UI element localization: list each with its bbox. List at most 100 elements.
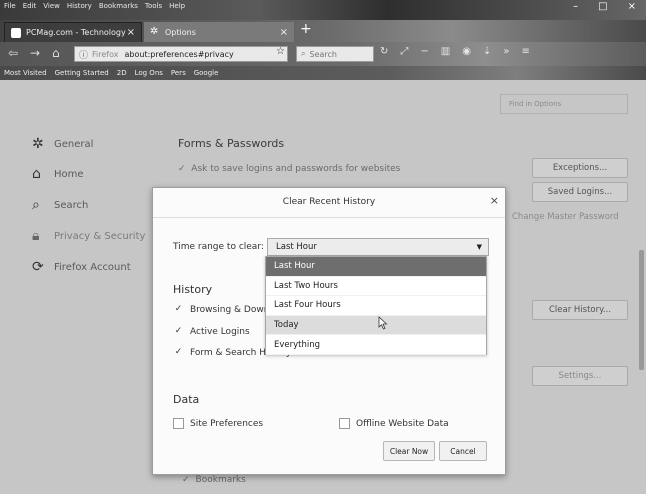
tab-pcmag[interactable]: PCMag.com - Technology ×	[4, 22, 142, 42]
home-icon: ⌂	[32, 166, 41, 182]
sync-icon: ⟳	[32, 259, 44, 275]
url-prefix: Firefox	[92, 49, 119, 59]
option-today[interactable]: Today	[266, 315, 486, 336]
extension-icon[interactable]: ⤢	[400, 46, 408, 57]
menu-bookmarks[interactable]: Bookmarks	[99, 2, 138, 10]
new-tab-button[interactable]: +	[300, 21, 312, 37]
scrollbar[interactable]	[639, 250, 644, 370]
chevron-down-icon: ▼	[476, 243, 482, 251]
checkbox-box	[339, 418, 350, 429]
tab-strip: PCMag.com - Technology × ✲ Options ×	[0, 20, 646, 42]
nav-bar: ⇦ → ⌂ ⓘ Firefox about:preferences#privac…	[0, 42, 646, 66]
search-icon: ⌕	[301, 49, 306, 58]
library-icon[interactable]: ▥	[441, 46, 450, 57]
bookmark-folder-2d[interactable]: 2D	[117, 69, 127, 77]
checkbox-label: Offline Website Data	[356, 418, 449, 429]
close-icon[interactable]: ×	[490, 194, 499, 207]
checkbox-label: Active Logins	[190, 326, 250, 337]
time-range-dropdown: Last Hour Last Two Hours Last Four Hours…	[265, 256, 487, 355]
back-arrow-icon[interactable]: ⇦	[8, 46, 18, 60]
overflow-icon[interactable]: »	[503, 46, 509, 57]
time-range-value: Last Hour	[276, 242, 317, 252]
tab-close-icon[interactable]: ×	[280, 27, 288, 38]
option-last-two-hours[interactable]: Last Two Hours	[266, 277, 486, 297]
window-close-button[interactable]: ×	[628, 1, 636, 12]
hamburger-menu-icon[interactable]: ≡	[521, 46, 529, 57]
settings-button[interactable]: Settings...	[532, 366, 628, 386]
bookmark-getting-started[interactable]: Getting Started	[55, 69, 109, 77]
offline-website-data-checkbox[interactable]: Offline Website Data	[339, 418, 449, 429]
toolbar-icons: ↻ ⤢ − ▥ ◉ ⇣ » ≡	[380, 46, 530, 57]
sidebar-item-search[interactable]: ⌕ Search	[32, 198, 88, 212]
clear-now-button[interactable]: Clear Now	[383, 441, 435, 461]
home-icon[interactable]: ⌂	[52, 46, 60, 60]
bookmark-folder-pers[interactable]: Pers	[171, 69, 186, 77]
gear-icon: ✲	[32, 136, 44, 152]
checkmark-icon: ✓	[174, 347, 183, 357]
option-last-hour[interactable]: Last Hour	[266, 257, 486, 277]
menu-view[interactable]: View	[43, 2, 60, 10]
sidebar-item-firefox-account[interactable]: ⟳ Firefox Account	[32, 260, 131, 274]
checkbox-box	[173, 418, 184, 429]
cancel-button[interactable]: Cancel	[439, 441, 487, 461]
menu-bar: File Edit View History Bookmarks Tools H…	[4, 2, 185, 10]
find-placeholder: Find in Options	[509, 100, 562, 108]
bookmarks-checkbox[interactable]: ✓ Bookmarks	[182, 475, 246, 485]
site-preferences-checkbox[interactable]: Site Preferences	[173, 418, 263, 429]
reload-icon[interactable]: ↻	[380, 46, 388, 57]
exceptions-button[interactable]: Exceptions...	[532, 158, 628, 178]
sidebar-item-privacy[interactable]: 🔒︎ Privacy & Security	[32, 229, 145, 243]
minimize-button[interactable]: –	[573, 1, 578, 12]
minus-icon[interactable]: −	[420, 46, 428, 57]
maximize-button[interactable]: □	[598, 1, 607, 12]
browsing-download-history-checkbox[interactable]: ✓ Browsing & Down	[173, 304, 270, 315]
time-range-label: Time range to clear:	[173, 242, 264, 252]
menu-history[interactable]: History	[67, 2, 92, 10]
checkbox-label: Bookmarks	[195, 475, 246, 485]
option-everything[interactable]: Everything	[266, 335, 486, 355]
search-icon: ⌕	[32, 197, 40, 213]
active-logins-checkbox[interactable]: ✓ Active Logins	[173, 326, 250, 337]
tab-label: Options	[165, 27, 196, 37]
checkmark-icon: ✓	[182, 475, 190, 485]
sidebar-item-label: General	[54, 138, 94, 150]
bookmark-most-visited[interactable]: Most Visited	[4, 69, 47, 77]
clear-history-button[interactable]: Clear History...	[532, 300, 628, 320]
tab-label: PCMag.com - Technology	[26, 28, 126, 37]
sidebar-item-general[interactable]: ✲ General	[32, 137, 93, 151]
change-master-password[interactable]: Change Master Password	[512, 212, 619, 222]
ask-save-logins-checkbox[interactable]: ✓ Ask to save logins and passwords for w…	[178, 164, 400, 174]
gear-icon: ✲	[150, 26, 159, 37]
download-icon[interactable]: ⇣	[483, 46, 491, 57]
bookmark-folder-google[interactable]: Google	[194, 69, 219, 77]
search-input[interactable]: ⌕ Search	[296, 46, 374, 62]
sidebar-item-label: Firefox Account	[54, 261, 131, 273]
menu-tools[interactable]: Tools	[145, 2, 162, 10]
section-title: Forms & Passwords	[178, 137, 285, 150]
checkmark-icon: ✓	[178, 164, 186, 174]
tab-options[interactable]: ✲ Options ×	[144, 22, 294, 42]
search-placeholder: Search	[309, 49, 337, 59]
menu-help[interactable]: Help	[169, 2, 185, 10]
lock-icon: 🔒︎	[32, 228, 40, 244]
sidebar-item-home[interactable]: ⌂ Home	[32, 167, 84, 181]
time-range-select[interactable]: Last Hour ▼	[267, 238, 489, 256]
checkmark-icon: ✓	[174, 326, 183, 336]
menu-file[interactable]: File	[4, 2, 16, 10]
bookmark-folder-logons[interactable]: Log Ons	[135, 69, 163, 77]
bookmark-star-icon[interactable]: ☆	[276, 46, 285, 57]
tab-close-icon[interactable]: ×	[127, 27, 135, 38]
find-in-options-input[interactable]: Find in Options	[500, 94, 628, 114]
sidebar-item-label: Search	[54, 199, 89, 211]
option-last-four-hours[interactable]: Last Four Hours	[266, 296, 486, 316]
title-bar: File Edit View History Bookmarks Tools H…	[0, 0, 646, 20]
bookmarks-bar: Most Visited Getting Started 2D Log Ons …	[0, 66, 646, 80]
url-bar[interactable]: ⓘ Firefox about:preferences#privacy	[74, 46, 288, 62]
menu-edit[interactable]: Edit	[23, 2, 37, 10]
pcmag-favicon-icon	[11, 27, 21, 38]
dialog-title: Clear Recent History	[282, 197, 376, 207]
info-icon: ⓘ	[79, 50, 89, 61]
forward-arrow-icon[interactable]: →	[30, 46, 40, 60]
addon-icon[interactable]: ◉	[462, 46, 471, 57]
saved-logins-button[interactable]: Saved Logins...	[532, 182, 628, 202]
